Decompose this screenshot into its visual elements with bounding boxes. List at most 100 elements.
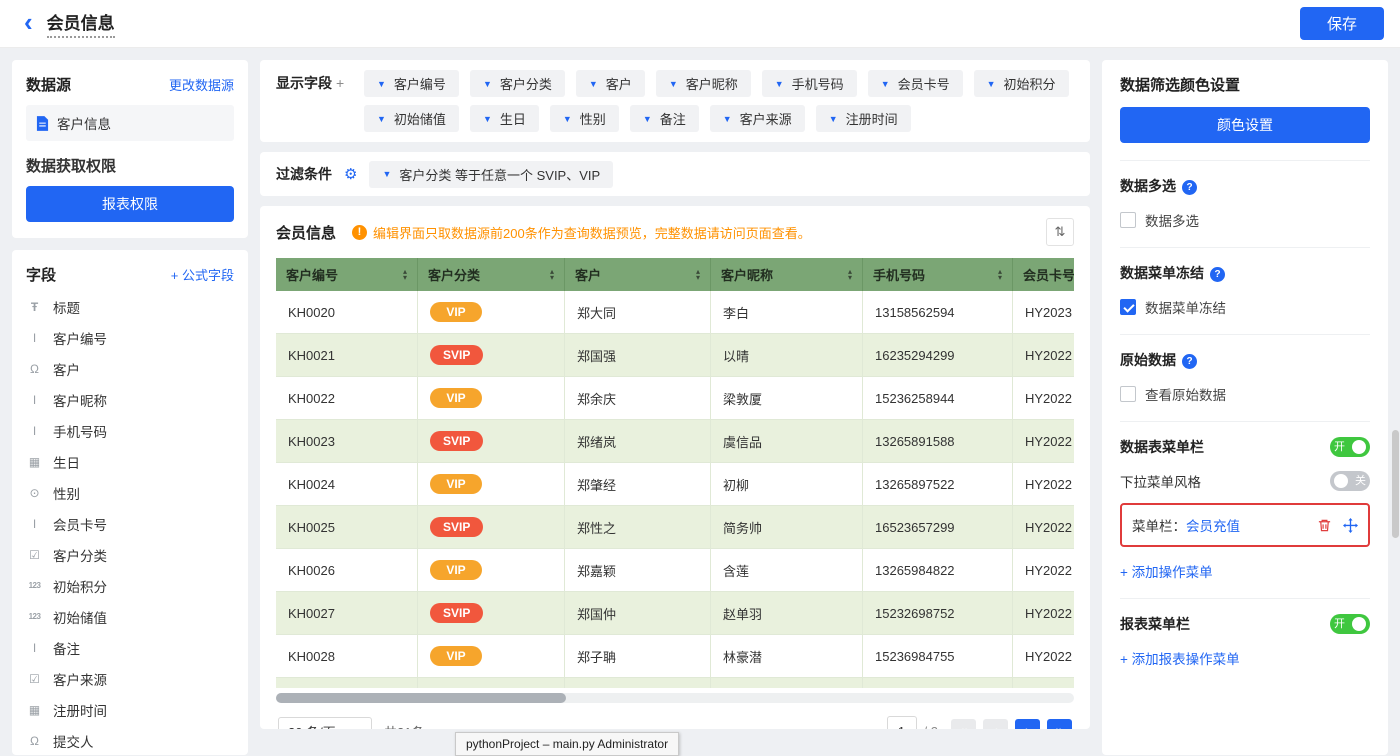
table-row[interactable]: KH0023 SVIP 郑绪岚 虞信品 13265891588 HY2022 [276, 420, 1074, 463]
display-field-chip[interactable]: ▼ 注册时间 [816, 105, 911, 132]
cell-customer-category: VIP [418, 635, 565, 678]
field-item[interactable]: I 客户昵称 [26, 384, 234, 415]
divider [1120, 598, 1370, 599]
horizontal-scrollbar-thumb[interactable] [276, 693, 566, 703]
sort-order-button[interactable]: ⇅ [1046, 218, 1074, 246]
top-bar: ‹ 会员信息 保存 [0, 0, 1400, 48]
field-item[interactable]: I 客户编号 [26, 322, 234, 353]
field-item[interactable]: 123 初始储值 [26, 601, 234, 632]
table-row[interactable]: KH0020 VIP 郑大同 李白 13158562594 HY2023 [276, 291, 1074, 334]
menu-item-box[interactable]: 菜单栏：会员充值 [1120, 503, 1370, 547]
table-row[interactable]: SVIP [276, 678, 1074, 688]
table-header-cell[interactable]: 客户编号 ▴ ▾ [276, 258, 418, 291]
report-menubar-toggle[interactable]: 开 [1330, 614, 1370, 634]
prev-page-button[interactable]: ‹ [983, 719, 1008, 730]
save-button[interactable]: 保存 [1300, 7, 1384, 40]
raw-data-checkbox[interactable] [1120, 386, 1136, 402]
table-header-cell[interactable]: 客户昵称 ▴ ▾ [711, 258, 863, 291]
sorter-icon[interactable]: ▴ ▾ [550, 269, 554, 281]
field-item[interactable]: I 会员卡号 [26, 508, 234, 539]
column-label: 客户编号 [286, 265, 338, 284]
formula-field-link[interactable]: + 公式字段 [171, 265, 234, 284]
first-page-button[interactable]: « [951, 719, 976, 730]
field-item[interactable]: ▦ 生日 [26, 446, 234, 477]
window-scrollbar-thumb[interactable] [1392, 430, 1399, 538]
table-header-cell[interactable]: 手机号码 ▴ ▾ [863, 258, 1013, 291]
field-item[interactable]: I 备注 [26, 632, 234, 663]
trash-icon[interactable] [1317, 518, 1332, 533]
table-header-cell[interactable]: 客户分类 ▴ ▾ [418, 258, 565, 291]
table-row[interactable]: KH0021 SVIP 郑国强 以晴 16235294299 HY2022 [276, 334, 1074, 377]
help-icon[interactable]: ? [1182, 180, 1197, 195]
cell-customer-category: SVIP [418, 420, 565, 463]
settings-sidebar: 数据筛选颜色设置 颜色设置 数据多选? 数据多选 数据菜单冻结? 数据菜单冻结 … [1102, 60, 1388, 755]
page-size-select[interactable]: 20 条/页 ▾ [278, 717, 372, 729]
table-row[interactable]: KH0024 VIP 郑肇经 初柳 13265897522 HY2022 [276, 463, 1074, 506]
field-label: 客户 [53, 359, 80, 379]
field-item[interactable]: Ŧ 标题 [26, 291, 234, 322]
move-icon[interactable] [1343, 518, 1358, 533]
help-icon[interactable]: ? [1210, 267, 1225, 282]
current-page-box[interactable]: 1 [887, 716, 917, 729]
color-setting-button[interactable]: 颜色设置 [1120, 107, 1370, 143]
field-item[interactable]: ⊙ 性别 [26, 477, 234, 508]
sorter-icon[interactable]: ▴ ▾ [848, 269, 852, 281]
display-field-chip[interactable]: ▼ 客户编号 [364, 70, 459, 97]
gear-icon[interactable]: ⚙ [344, 165, 357, 183]
datasource-item[interactable]: 客户信息 [26, 105, 234, 141]
sorter-icon[interactable]: ▴ ▾ [696, 269, 700, 281]
last-page-button[interactable]: » [1047, 719, 1072, 730]
menu-freeze-checkbox[interactable] [1120, 299, 1136, 315]
table-row[interactable]: KH0025 SVIP 郑性之 简务帅 16523657299 HY2022 [276, 506, 1074, 549]
filter-condition-chip[interactable]: ▼ 客户分类 等于任意一个 SVIP、VIP [369, 161, 613, 188]
field-item[interactable]: ☑ 客户来源 [26, 663, 234, 694]
raw-data-row[interactable]: 查看原始数据 [1120, 384, 1370, 404]
display-field-chip[interactable]: ▼ 客户分类 [470, 70, 565, 97]
menu-freeze-row[interactable]: 数据菜单冻结 [1120, 297, 1370, 317]
multi-select-checkbox[interactable] [1120, 212, 1136, 228]
fields-panel: 字段 + 公式字段 Ŧ 标题 I 客户编号 Ω 客户 [12, 250, 248, 755]
cell-customer-category: SVIP [418, 592, 565, 635]
table-menubar-toggle[interactable]: 开 [1330, 437, 1370, 457]
display-field-chip[interactable]: ▼ 初始储值 [364, 105, 459, 132]
dropdown-style-toggle[interactable]: 关 [1330, 471, 1370, 491]
chevron-down-icon: ▼ [589, 79, 598, 89]
field-item[interactable]: ☑ 客户分类 [26, 539, 234, 570]
display-field-chip[interactable]: ▼ 备注 [630, 105, 699, 132]
page-title[interactable]: 会员信息 [47, 9, 115, 38]
horizontal-scrollbar[interactable] [276, 693, 1074, 703]
add-operation-menu-link[interactable]: + 添加操作菜单 [1120, 561, 1213, 581]
field-item[interactable]: Ω 提交人 [26, 725, 234, 755]
multi-select-row[interactable]: 数据多选 [1120, 210, 1370, 230]
toggle-off-label: 关 [1355, 476, 1366, 487]
table-row[interactable]: KH0027 SVIP 郑国仲 赵单羽 15232698752 HY2022 [276, 592, 1074, 635]
display-field-chip[interactable]: ▼ 生日 [470, 105, 539, 132]
report-permission-button[interactable]: 报表权限 [26, 186, 234, 222]
table-header-cell[interactable]: 会员卡号 ▴ ▾ [1013, 258, 1074, 291]
display-field-chip[interactable]: ▼ 客户昵称 [656, 70, 751, 97]
back-icon[interactable]: ‹ [24, 9, 33, 35]
next-page-button[interactable]: › [1015, 719, 1040, 730]
field-item[interactable]: ▦ 注册时间 [26, 694, 234, 725]
sorter-icon[interactable]: ▴ ▾ [403, 269, 407, 281]
add-report-menu-link[interactable]: + 添加报表操作菜单 [1120, 648, 1240, 668]
field-item[interactable]: Ω 客户 [26, 353, 234, 384]
field-item[interactable]: 123 初始积分 [26, 570, 234, 601]
change-datasource-link[interactable]: 更改数据源 [169, 75, 234, 94]
table-header-cell[interactable]: 客户 ▴ ▾ [565, 258, 711, 291]
display-field-chip[interactable]: ▼ 会员卡号 [868, 70, 963, 97]
display-field-chip[interactable]: ▼ 手机号码 [762, 70, 857, 97]
document-icon [36, 116, 49, 131]
table-row[interactable]: KH0026 VIP 郑嘉颖 含莲 13265984822 HY2022 [276, 549, 1074, 592]
field-item[interactable]: I 手机号码 [26, 415, 234, 446]
cell-customer-category: VIP [418, 377, 565, 420]
sorter-icon[interactable]: ▴ ▾ [998, 269, 1002, 281]
add-display-field-button[interactable]: + [336, 75, 344, 91]
table-row[interactable]: KH0028 VIP 郑子聃 林豪潜 15236984755 HY2022 [276, 635, 1074, 678]
display-field-chip[interactable]: ▼ 性别 [550, 105, 619, 132]
display-field-chip[interactable]: ▼ 初始积分 [974, 70, 1069, 97]
table-row[interactable]: KH0022 VIP 郑余庆 梁敦厦 15236258944 HY2022 [276, 377, 1074, 420]
display-field-chip[interactable]: ▼ 客户来源 [710, 105, 805, 132]
help-icon[interactable]: ? [1182, 354, 1197, 369]
display-field-chip[interactable]: ▼ 客户 [576, 70, 645, 97]
